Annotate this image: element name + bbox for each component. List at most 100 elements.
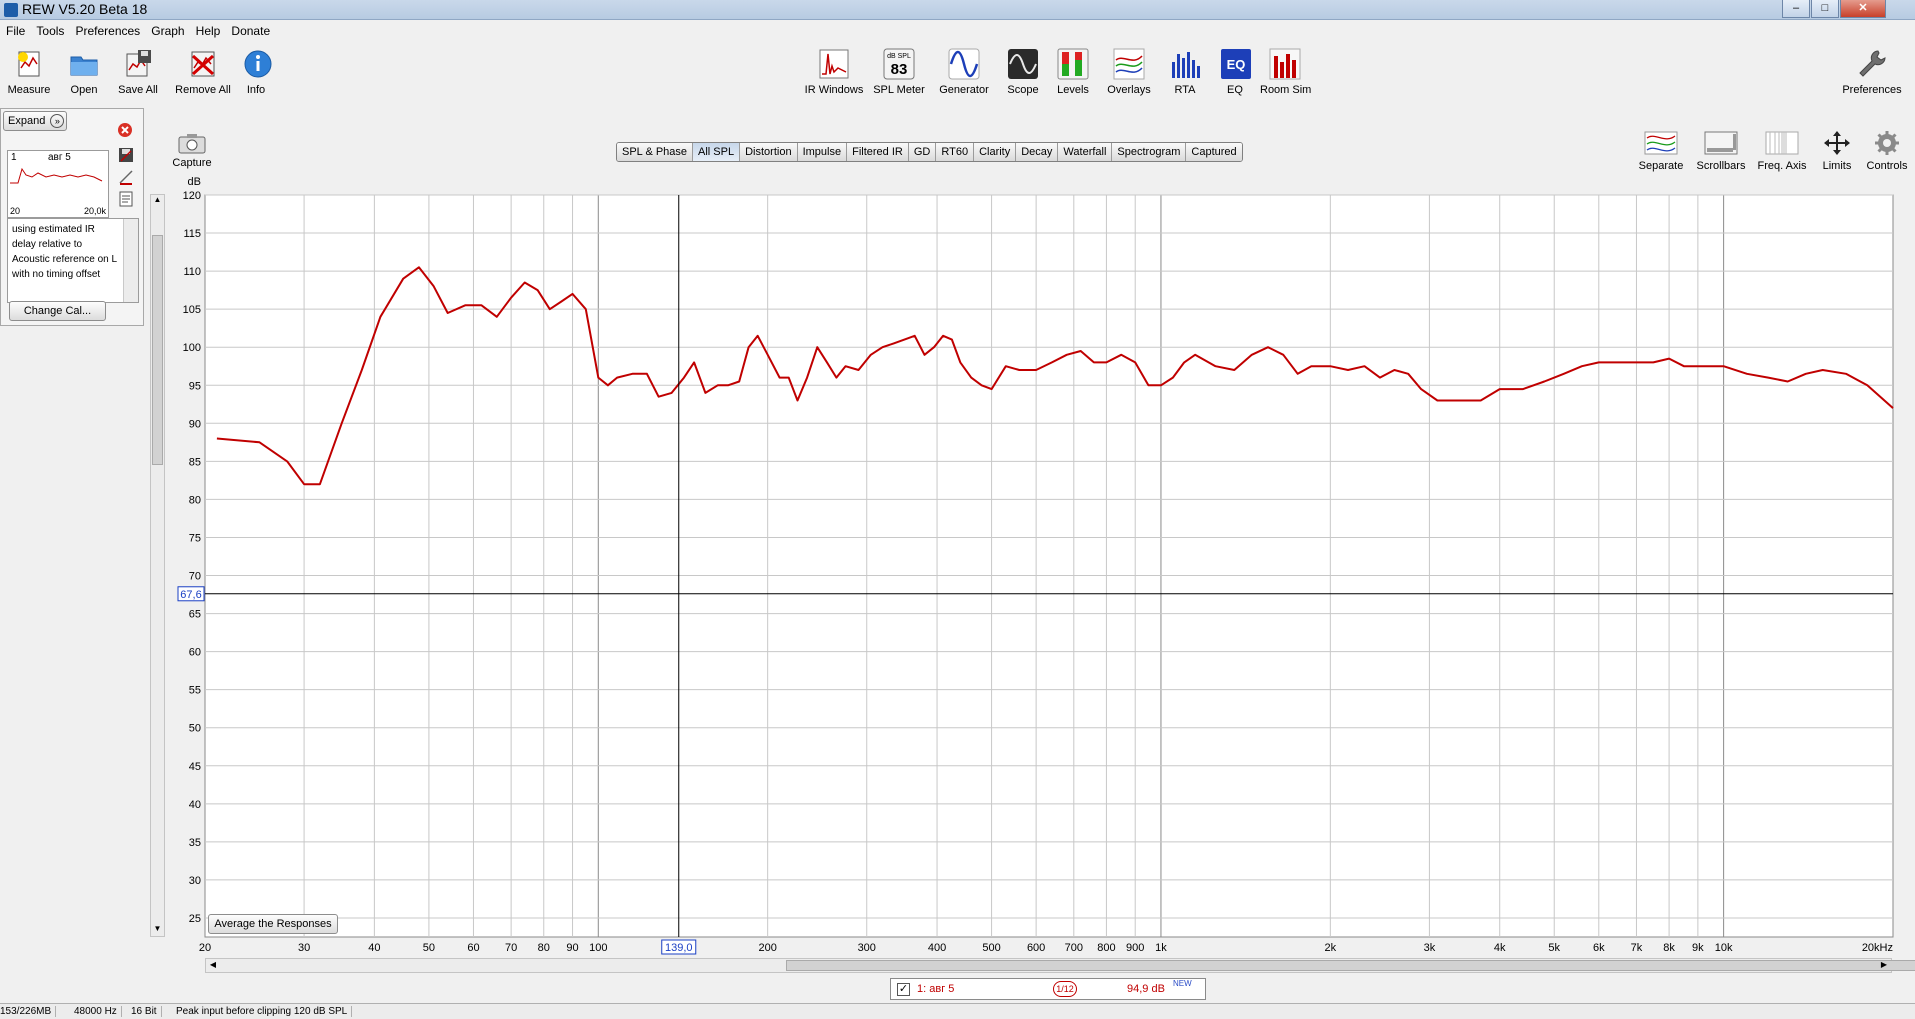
x-tick-label: 10k (1715, 942, 1733, 954)
freq-axis-icon (1765, 131, 1799, 155)
cursor-x-box (661, 939, 697, 955)
overlays-button[interactable]: Overlays (1104, 48, 1154, 96)
smoothing-badge[interactable]: 1/12 (1053, 981, 1077, 997)
measurement-notes[interactable]: using estimated IR delay relative to Aco… (7, 218, 139, 303)
spl-meter-button[interactable]: dB SPL 83 SPL Meter (873, 48, 925, 96)
tab-rt60[interactable]: RT60 (936, 143, 975, 161)
tab-waterfall[interactable]: Waterfall (1058, 143, 1113, 161)
y-tick-label: 115 (183, 228, 201, 240)
separate-button[interactable]: Separate (1636, 130, 1686, 172)
x-tick-label: 5k (1548, 942, 1560, 954)
limits-button[interactable]: Limits (1816, 130, 1858, 172)
notes-icon[interactable] (118, 191, 134, 207)
preferences-button[interactable]: Preferences (1840, 48, 1904, 96)
notes-scrollbar[interactable] (123, 219, 138, 302)
remove-all-button[interactable]: Remove All (174, 48, 232, 96)
cursor-y-box (177, 586, 205, 602)
scroll-up-arrow-icon[interactable]: ▲ (152, 195, 163, 207)
minimize-button[interactable]: – (1782, 0, 1810, 18)
y-tick-label: 75 (189, 532, 201, 544)
close-button[interactable]: ✕ (1840, 0, 1886, 18)
tab-impulse[interactable]: Impulse (797, 143, 848, 161)
graph-horizontal-scrollbar[interactable]: ◀ ▶ (205, 958, 1915, 973)
y-tick-label: 60 (189, 647, 201, 659)
trace-color-icon[interactable] (118, 169, 134, 185)
save-all-button[interactable]: Save All (115, 48, 161, 96)
capture-button[interactable]: Capture (172, 132, 212, 169)
tab-captured[interactable]: Captured (1186, 143, 1242, 161)
tab-gd[interactable]: GD (908, 143, 937, 161)
open-button[interactable]: Open (66, 48, 102, 96)
cursor-value: 94,9 dB (1127, 983, 1165, 995)
x-tick-label: 30 (298, 942, 310, 954)
x-tick-label: 20kHz (1862, 942, 1893, 954)
double-chevron-icon: » (50, 114, 65, 128)
svg-text:dB SPL: dB SPL (887, 53, 911, 60)
menu-bar: File Tools Preferences Graph Help Donate (0, 21, 1915, 41)
tab-filtered-ir[interactable]: Filtered IR (847, 143, 909, 161)
info-icon (244, 50, 272, 78)
ir-windows-button[interactable]: IR Windows (804, 48, 864, 96)
scope-button[interactable]: Scope (1004, 48, 1042, 96)
room-sim-icon (1269, 48, 1301, 80)
menu-help[interactable]: Help (192, 21, 225, 41)
tab-all-spl[interactable]: All SPL (693, 143, 741, 161)
info-button[interactable]: Info (242, 48, 272, 96)
thumb-x-max: 20,0k (83, 206, 106, 216)
scrollbars-button[interactable]: Scrollbars (1694, 130, 1748, 172)
average-responses-button[interactable]: Average the Responses (208, 914, 338, 934)
generator-button[interactable]: Generator (937, 48, 991, 96)
plot-area (204, 194, 1894, 938)
room-sim-button[interactable]: Room Sim (1260, 48, 1311, 96)
levels-icon (1057, 48, 1089, 80)
tab-distortion[interactable]: Distortion (740, 143, 798, 161)
limits-icon (1824, 131, 1850, 155)
controls-button[interactable]: Controls (1864, 130, 1910, 172)
measurement-thumbnail[interactable]: 1 авг 5 20 20,0k (7, 150, 109, 218)
save-measurement-icon[interactable] (118, 147, 134, 163)
graph-tabs: SPL & Phase All SPL Distortion Impulse F… (616, 142, 1243, 162)
x-tick-label: 3k (1424, 942, 1436, 954)
x-tick-label: 1k (1155, 942, 1167, 954)
vertical-scroll-thumb[interactable] (152, 235, 163, 465)
camera-icon (178, 134, 206, 154)
measure-button[interactable]: Measure (5, 48, 53, 96)
menu-file[interactable]: File (2, 21, 29, 41)
tab-spectrogram[interactable]: Spectrogram (1112, 143, 1187, 161)
separate-icon (1644, 131, 1678, 155)
y-tick-label: 90 (189, 418, 201, 430)
y-tick-label: 25 (189, 913, 201, 925)
tab-clarity[interactable]: Clarity (974, 143, 1017, 161)
trace-visible-checkbox[interactable]: ✓ (897, 983, 910, 996)
change-cal-button[interactable]: Change Cal... (9, 301, 106, 321)
scroll-down-arrow-icon[interactable]: ▼ (152, 924, 163, 936)
menu-graph[interactable]: Graph (147, 21, 188, 41)
rta-button[interactable]: RTA (1168, 48, 1202, 96)
levels-button[interactable]: Levels (1054, 48, 1092, 96)
tab-decay[interactable]: Decay (1016, 143, 1059, 161)
scroll-left-arrow-icon[interactable]: ◀ (207, 960, 219, 971)
x-tick-label: 600 (1027, 942, 1045, 954)
scrollbars-icon (1704, 131, 1738, 155)
x-tick-label: 100 (589, 942, 607, 954)
graph-vertical-scrollbar[interactable]: ▲ ▼ (150, 194, 165, 937)
generator-icon (948, 48, 980, 80)
menu-preferences[interactable]: Preferences (71, 21, 144, 41)
eq-button[interactable]: EQ EQ (1220, 48, 1251, 96)
y-axis-label: dB (188, 176, 201, 188)
y-tick-label: 55 (189, 685, 201, 697)
x-tick-label: 4k (1494, 942, 1506, 954)
scroll-right-arrow-icon[interactable]: ▶ (1878, 960, 1890, 971)
expand-button[interactable]: Expand » (3, 111, 67, 131)
svg-text:83: 83 (891, 61, 908, 78)
freq-axis-button[interactable]: Freq. Axis (1756, 130, 1808, 172)
y-tick-label: 85 (189, 456, 201, 468)
menu-donate[interactable]: Donate (227, 21, 274, 41)
close-measurement-icon[interactable] (117, 122, 133, 138)
eq-icon: EQ (1221, 49, 1251, 79)
menu-tools[interactable]: Tools (32, 21, 68, 41)
y-tick-label: 110 (183, 266, 201, 278)
horizontal-scroll-thumb[interactable] (786, 960, 1915, 971)
tab-spl-phase[interactable]: SPL & Phase (617, 143, 694, 161)
maximize-button[interactable]: □ (1811, 0, 1839, 18)
